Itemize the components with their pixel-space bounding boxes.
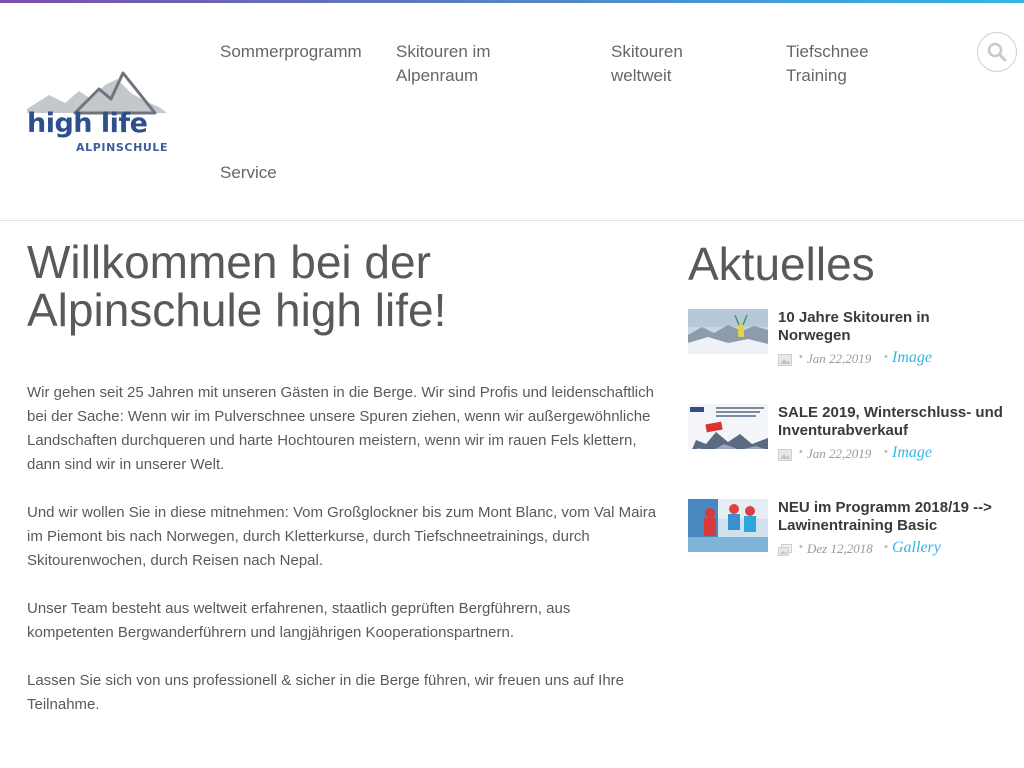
nav-item-sommerprogramm[interactable]: Sommerprogramm: [220, 40, 362, 64]
intro-paragraph: Und wir wollen Sie in diese mitnehmen: V…: [27, 504, 657, 569]
search-icon: [987, 42, 1007, 62]
news-date: Dez 12,2018: [807, 541, 873, 556]
nav-label: Skitouren: [611, 42, 683, 61]
news-meta: • Jan 22,2019 • Image: [778, 444, 1008, 464]
news-thumbnail[interactable]: [688, 309, 768, 354]
intro-paragraph: Unser Team besteht aus weltweit erfahren…: [27, 600, 571, 641]
nav-label: Service: [220, 163, 277, 182]
nav-label: Alpenraum: [396, 66, 479, 85]
separator-dot: •: [799, 446, 803, 458]
nav-label: Tiefschnee: [786, 42, 869, 61]
logo-subtitle: ALPINSCHULE: [76, 141, 169, 154]
news-meta: • Dez 12,2018 • Gallery: [778, 539, 1008, 559]
site-header: high life ALPINSCHULE Sommerprogramm Ski…: [0, 3, 1024, 221]
nav-item-service[interactable]: Service: [220, 161, 277, 185]
image-icon: [778, 449, 792, 461]
nav-item-skitouren-weltweit[interactable]: Skitouren weltweit: [611, 40, 683, 88]
nav-item-tiefschnee-training[interactable]: Tiefschnee Training: [786, 40, 869, 88]
page-title: Willkommen bei der Alpinschule high life…: [27, 238, 657, 334]
separator-dot: •: [799, 541, 803, 553]
news-title-link[interactable]: 10 Jahre Skitouren in Norwegen: [778, 309, 1003, 345]
image-icon: [778, 354, 792, 366]
site-logo[interactable]: high life ALPINSCHULE: [27, 71, 177, 159]
separator-dot: •: [884, 351, 888, 363]
gallery-icon: [778, 544, 792, 556]
separator-dot: •: [799, 351, 803, 363]
news-date: Jan 22,2019: [807, 351, 872, 366]
news-title-link[interactable]: SALE 2019, Winterschluss- und Inventurab…: [778, 404, 1003, 440]
separator-dot: •: [884, 446, 888, 458]
main-content: Willkommen bei der Alpinschule high life…: [27, 238, 657, 741]
search-button[interactable]: [977, 32, 1017, 72]
page-title-line: Alpinschule high life!: [27, 284, 447, 336]
news-type-link[interactable]: Gallery: [892, 539, 941, 557]
news-thumbnail[interactable]: [688, 404, 768, 449]
separator-dot: •: [884, 541, 888, 553]
news-title-link[interactable]: NEU im Programm 2018/19 --> Lawinentrain…: [778, 499, 1003, 535]
nav-label: weltweit: [611, 66, 672, 85]
sidebar-title: Aktuelles: [688, 238, 875, 290]
news-type-link[interactable]: Image: [892, 349, 932, 367]
news-item: 10 Jahre Skitouren in Norwegen • Jan 22,…: [688, 309, 1008, 379]
news-item: NEU im Programm 2018/19 --> Lawinentrain…: [688, 499, 1008, 569]
page-title-line: Willkommen bei der: [27, 236, 431, 288]
nav-label: Sommerprogramm: [220, 42, 362, 61]
nav-label: Training: [786, 66, 847, 85]
news-item: SALE 2019, Winterschluss- und Inventurab…: [688, 404, 1008, 474]
news-thumbnail[interactable]: [688, 499, 768, 552]
news-meta: • Jan 22,2019 • Image: [778, 349, 1008, 369]
intro-paragraph: Lassen Sie sich von uns professionell & …: [27, 672, 624, 713]
intro-text: Wir gehen seit 25 Jahren mit unseren Gäs…: [27, 381, 657, 717]
news-type-link[interactable]: Image: [892, 444, 932, 462]
intro-paragraph: Wir gehen seit 25 Jahren mit unseren Gäs…: [27, 384, 654, 473]
nav-label: Skitouren im: [396, 42, 491, 61]
news-sidebar: Aktuelles 10 Jahre Skitouren in Norwegen…: [688, 238, 1008, 556]
news-date: Jan 22,2019: [807, 446, 872, 461]
nav-item-skitouren-alpenraum[interactable]: Skitouren im Alpenraum: [396, 40, 490, 88]
logo-wordmark: high life: [27, 108, 148, 139]
